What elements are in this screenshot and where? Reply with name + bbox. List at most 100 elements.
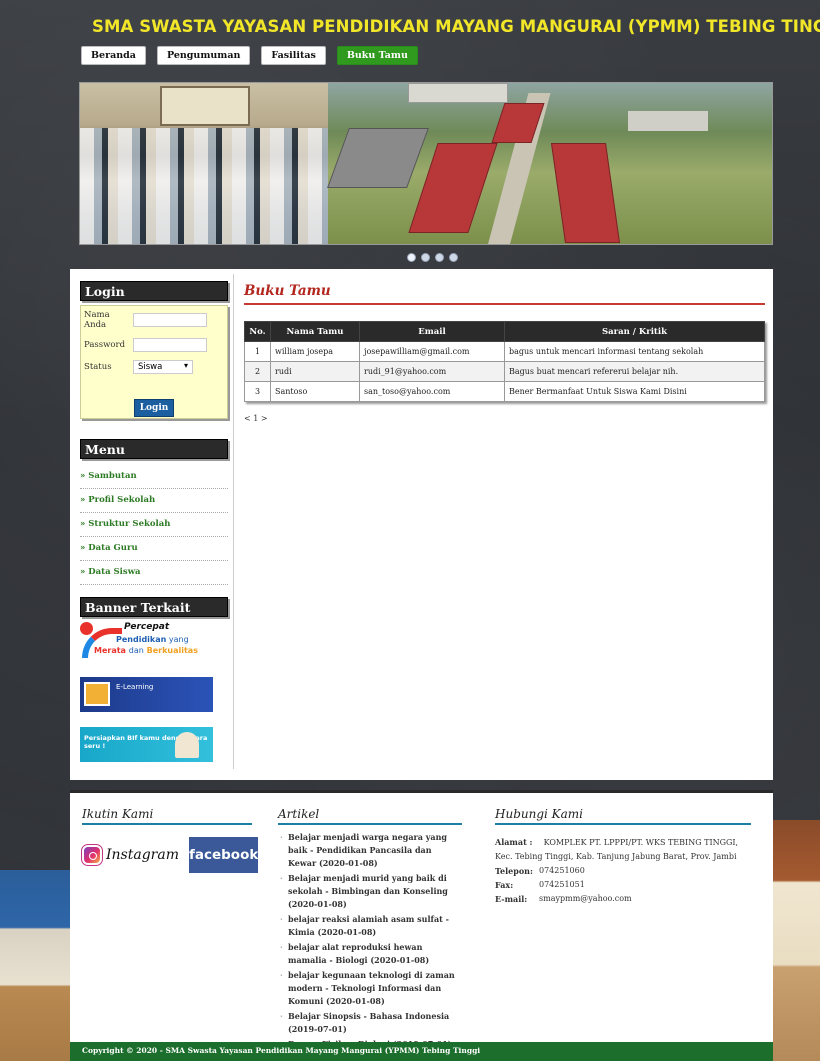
- cell-saran: Bener Bermanfaat Untuk Siswa Kami Disini: [504, 381, 765, 402]
- alamat-label: Alamat :: [495, 837, 533, 847]
- decorative-books-left: [0, 870, 70, 1061]
- footer-follow: Ikutin Kami Instagram facebook: [81, 807, 259, 873]
- banner1-line1: Percepat: [124, 622, 170, 632]
- menu-section: Menu » Sambutan » Profil Sekolah » Struk…: [80, 439, 228, 585]
- slider-dot-3[interactable]: [435, 253, 444, 262]
- fax-value: 074251051: [539, 880, 585, 889]
- col-email: Email: [359, 321, 505, 342]
- cell-nama: william josepa: [270, 341, 360, 362]
- col-nama-tamu: Nama Tamu: [270, 321, 360, 342]
- login-header: Login: [80, 281, 228, 301]
- banner1-line3-a: Merata: [94, 646, 126, 655]
- col-no: No.: [244, 321, 271, 342]
- slider-dot-4[interactable]: [449, 253, 458, 262]
- table-header-row: No. Nama Tamu Email Saran / Kritik: [244, 321, 765, 342]
- cell-email: josepawilliam@gmail.com: [359, 341, 505, 362]
- menu-item-profil-sekolah[interactable]: » Profil Sekolah: [80, 489, 228, 513]
- contact-telepon: Telepon: 074251060: [495, 864, 751, 878]
- col-saran-kritik: Saran / Kritik: [504, 321, 765, 342]
- main-content: Buku Tamu No. Nama Tamu Email Saran / Kr…: [244, 283, 765, 423]
- image-slider[interactable]: [79, 82, 773, 245]
- social-links: Instagram facebook: [81, 837, 259, 873]
- guestbook-table: No. Nama Tamu Email Saran / Kritik 1 wil…: [244, 321, 765, 402]
- menu-header: Menu: [80, 439, 228, 459]
- students-group: [80, 128, 328, 244]
- password-input[interactable]: [133, 338, 207, 352]
- instagram-label: Instagram: [106, 847, 179, 863]
- person-illustration-icon: [175, 732, 199, 758]
- nav-buku-tamu-button[interactable]: Buku Tamu: [336, 46, 418, 65]
- top-navigation: Beranda Pengumuman Fasilitas Buku Tamu: [81, 46, 429, 65]
- contact-info: Alamat : KOMPLEK PT. LPPPI/PT. WKS TEBIN…: [495, 835, 751, 906]
- name-input[interactable]: [133, 313, 207, 327]
- password-label: Password: [84, 340, 126, 350]
- email-value[interactable]: smaypmm@yahoo.com: [539, 892, 632, 906]
- fax-label: Fax:: [495, 880, 514, 890]
- banner1-line3: Merata dan Berkualitas: [94, 646, 198, 655]
- name-label: Nama Anda: [84, 310, 110, 330]
- telepon-value: 074251060: [539, 866, 585, 875]
- status-select[interactable]: Siswa: [133, 360, 193, 374]
- article-link[interactable]: belajar alat reproduksi hewan mamalia - …: [278, 941, 462, 967]
- menu-item-sambutan[interactable]: » Sambutan: [80, 465, 228, 489]
- article-link[interactable]: Belajar Sinopsis - Bahasa Indonesia (201…: [278, 1010, 462, 1036]
- banner1-line2-b: yang: [168, 635, 189, 644]
- banner-e-learning[interactable]: E-Learning: [80, 677, 213, 712]
- contact-email: E-mail: smaypmm@yahoo.com: [495, 892, 751, 906]
- instagram-link[interactable]: Instagram: [81, 844, 179, 866]
- cell-no: 1: [244, 341, 271, 362]
- page-title: Buku Tamu: [244, 283, 765, 305]
- login-button[interactable]: Login: [134, 399, 174, 417]
- site-title: SMA SWASTA YAYASAN PENDIDIKAN MAYANG MAN…: [92, 17, 820, 36]
- cell-no: 2: [244, 361, 271, 382]
- menu-item-data-guru[interactable]: » Data Guru: [80, 537, 228, 561]
- slider-dot-2[interactable]: [421, 253, 430, 262]
- article-link[interactable]: belajar kegunaan teknologi di zaman mode…: [278, 969, 462, 1008]
- content-panel: Login Nama Anda Password Status Siswa Lo…: [70, 269, 773, 780]
- decorative-books-right: [770, 820, 820, 1061]
- contact-fax: Fax: 074251051: [495, 878, 751, 892]
- cell-saran: Bagus buat mencari refererui belajar nih…: [504, 361, 765, 382]
- article-link[interactable]: Belajar menjadi murid yang baik di sekol…: [278, 872, 462, 911]
- telepon-label: Telepon:: [495, 866, 533, 876]
- banner-percepat-pendidikan[interactable]: Percepat Pendidikan yang Merata dan Berk…: [80, 622, 210, 662]
- menu-item-struktur-sekolah[interactable]: » Struktur Sekolah: [80, 513, 228, 537]
- menu-item-data-siswa[interactable]: » Data Siswa: [80, 561, 228, 585]
- banner1-line2: Pendidikan yang: [116, 635, 189, 644]
- banner1-line3-b: dan: [128, 646, 144, 655]
- table-row: 2 rudi rudi_91@yahoo.com Bagus buat menc…: [244, 361, 765, 382]
- nav-pengumuman-button[interactable]: Pengumuman: [156, 46, 251, 65]
- column-divider: [233, 274, 234, 769]
- copyright-bar: Copyright © 2020 - SMA Swasta Yayasan Pe…: [70, 1042, 773, 1061]
- banner-header: Banner Terkait: [80, 597, 228, 617]
- sidebar: Login Nama Anda Password Status Siswa Lo…: [80, 281, 228, 762]
- elearning-icon: [84, 682, 110, 706]
- cell-nama: rudi: [270, 361, 360, 382]
- article-link[interactable]: Belajar menjadi warga negara yang baik -…: [278, 831, 462, 870]
- contact-alamat-text: Alamat : KOMPLEK PT. LPPPI/PT. WKS TEBIN…: [495, 835, 751, 864]
- cell-email: san_toso@yahoo.com: [359, 381, 505, 402]
- email-label: E-mail:: [495, 894, 528, 904]
- article-list: Belajar menjadi warga negara yang baik -…: [278, 831, 462, 1051]
- table-row: 3 Santoso san_toso@yahoo.com Bener Berma…: [244, 381, 765, 402]
- contact-title: Hubungi Kami: [495, 807, 751, 825]
- cell-email: rudi_91@yahoo.com: [359, 361, 505, 382]
- cell-nama: Santoso: [270, 381, 360, 402]
- banner2-text: E-Learning: [116, 683, 154, 691]
- banner-section: Banner Terkait Percepat Pendidikan yang …: [80, 597, 228, 762]
- banner1-line3-c: Berkualitas: [146, 646, 198, 655]
- facebook-link[interactable]: facebook: [188, 837, 259, 873]
- instagram-icon: [81, 844, 103, 866]
- slider-dot-1[interactable]: [407, 253, 416, 262]
- pagination[interactable]: < 1 >: [244, 414, 765, 423]
- footer-contact: Hubungi Kami Alamat : KOMPLEK PT. LPPPI/…: [495, 807, 751, 906]
- nav-fasilitas-button[interactable]: Fasilitas: [261, 46, 326, 65]
- school-building-sign: [160, 86, 250, 126]
- logo-dot: [80, 622, 93, 635]
- footer-articles: Artikel Belajar menjadi warga negara yan…: [278, 807, 462, 1053]
- table-row: 1 william josepa josepawilliam@gmail.com…: [244, 341, 765, 362]
- banner-persiapkan[interactable]: Persiapkan BIf kamu dengan cara seru !: [80, 727, 213, 762]
- follow-title: Ikutin Kami: [82, 807, 252, 825]
- nav-beranda-button[interactable]: Beranda: [81, 46, 146, 65]
- article-link[interactable]: belajar reaksi alamiah asam sulfat - Kim…: [278, 913, 462, 939]
